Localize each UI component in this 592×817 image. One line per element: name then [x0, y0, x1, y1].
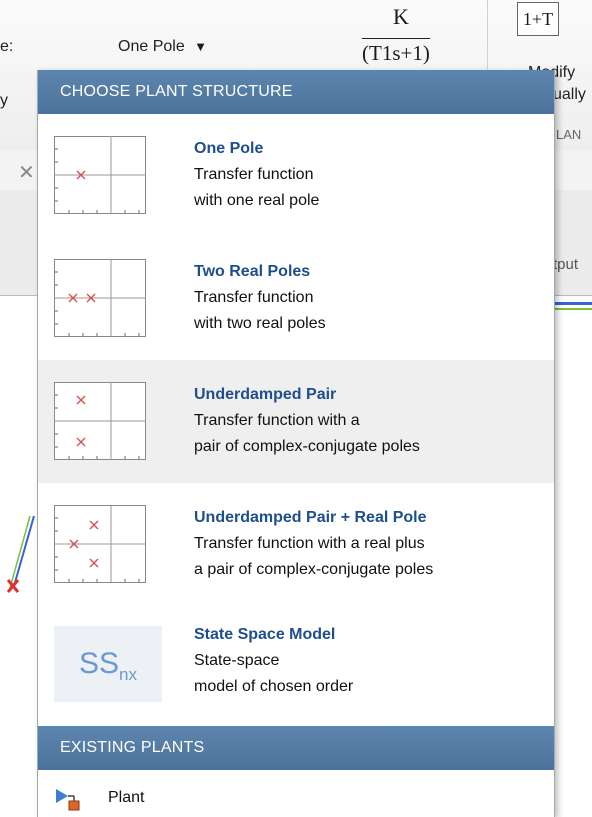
- plant-structure-dropdown: CHOOSE PLANT STRUCTURE One Pole Transfer…: [37, 70, 555, 817]
- option-title: Two Real Poles: [194, 263, 311, 280]
- state-space-icon-subscript: nx: [119, 665, 137, 684]
- option-description: Transfer function with a: [194, 412, 360, 429]
- plot-line-fragment: [553, 302, 592, 305]
- output-label: tput: [553, 256, 579, 273]
- formula-numerator: K: [393, 4, 409, 29]
- state-space-icon: SSnx: [54, 626, 162, 702]
- choose-plant-structure-header: CHOOSE PLANT STRUCTURE: [38, 70, 554, 114]
- plot-axis-fragment: [6, 516, 35, 593]
- plant-option-state-space-model[interactable]: SSnx State Space Model State-space model…: [38, 606, 554, 736]
- existing-plant-label: Plant: [108, 789, 145, 806]
- existing-plants-header: EXISTING PLANTS: [38, 726, 554, 770]
- plant-option-one-pole[interactable]: One Pole Transfer function with one real…: [38, 114, 554, 237]
- formula-denominator: (T1s+1): [362, 38, 430, 66]
- plant-option-two-real-poles[interactable]: Two Real Poles Transfer function with tw…: [38, 237, 554, 360]
- option-title: Underdamped Pair: [194, 386, 337, 403]
- option-description: a pair of complex-conjugate poles: [194, 561, 434, 578]
- toolstrip-label: y: [0, 92, 8, 109]
- option-description: pair of complex-conjugate poles: [194, 438, 420, 455]
- close-tab-icon[interactable]: ✕: [18, 160, 35, 185]
- option-description: Transfer function: [194, 289, 314, 306]
- structure-dropdown-value: One Pole: [118, 38, 185, 55]
- modify-label[interactable]: ually: [553, 86, 586, 104]
- option-description: with two real poles: [194, 315, 326, 332]
- option-title: Underdamped Pair + Real Pole: [194, 509, 427, 526]
- existing-plant-item[interactable]: Plant: [38, 780, 554, 817]
- underdamped-pair-plot-icon: [54, 382, 146, 460]
- caret-down-icon: ▼: [194, 39, 208, 54]
- plot-line-fragment: [553, 308, 592, 310]
- option-title: State Space Model: [194, 626, 336, 643]
- toolstrip-label: e:: [0, 38, 14, 55]
- option-description: Transfer function: [194, 166, 314, 183]
- modify-icon[interactable]: 1+T: [517, 2, 559, 36]
- option-description: Transfer function with a real plus: [194, 535, 425, 552]
- underdamped-pair-real-pole-plot-icon: [54, 505, 146, 583]
- one-pole-plot-icon: [54, 136, 146, 214]
- option-description: model of chosen order: [194, 678, 354, 695]
- option-description: State-space: [194, 652, 280, 669]
- plant-option-underdamped-pair-real-pole[interactable]: Underdamped Pair + Real Pole Transfer fu…: [38, 483, 554, 606]
- state-space-icon-text: SS: [79, 647, 120, 680]
- two-real-poles-plot-icon: [54, 259, 146, 337]
- structure-dropdown-button[interactable]: One Pole ▼: [118, 38, 207, 60]
- plant-option-underdamped-pair[interactable]: Underdamped Pair Transfer function with …: [38, 360, 554, 483]
- option-title: One Pole: [194, 140, 264, 157]
- option-description: with one real pole: [194, 192, 320, 209]
- plant-block-icon: [56, 789, 80, 811]
- section-label: LAN: [556, 127, 582, 142]
